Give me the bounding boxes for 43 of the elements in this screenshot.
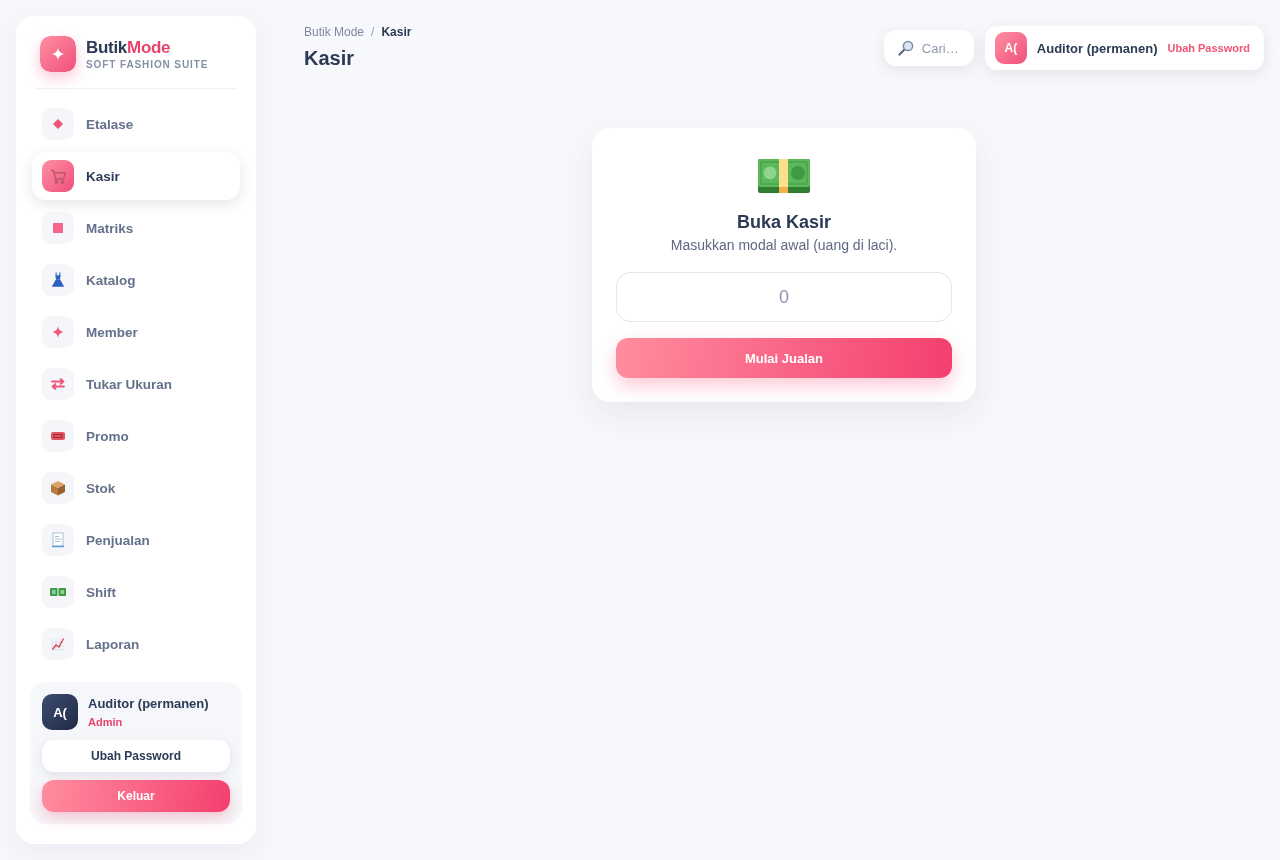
ticket-icon (42, 420, 74, 452)
nav-item[interactable]: Kasir (32, 152, 240, 200)
user-role: Admin (88, 714, 124, 729)
banknote-icon (758, 159, 810, 193)
change-password-link[interactable]: Ubah Password (1167, 42, 1250, 54)
breadcrumb-separator: / (371, 25, 375, 39)
box-icon (42, 472, 74, 504)
nav-item[interactable]: Laporan (32, 620, 240, 668)
amount-field[interactable]: 0 (616, 272, 952, 322)
user-avatar: A( (994, 32, 1027, 64)
nav-item[interactable]: Tukar Ukuran (32, 360, 240, 408)
nav-item[interactable]: Stok (32, 464, 240, 512)
user-name: Auditor (permanen) (1036, 40, 1158, 56)
user-name: Auditor (permanen) (88, 695, 209, 712)
cart-icon (42, 160, 74, 192)
dress-icon (42, 264, 74, 296)
start-selling-button[interactable]: Mulai Jualan (616, 338, 952, 378)
search-icon (897, 40, 914, 56)
nav-item[interactable]: Penjualan (32, 516, 240, 564)
brand-name: ButikMode (86, 37, 172, 58)
nav-item[interactable]: Promo (32, 412, 240, 460)
change-password-button[interactable]: Ubah Password (42, 740, 230, 772)
nav-item[interactable]: Matriks (32, 204, 240, 252)
line-chart-icon (42, 628, 74, 660)
receipt-icon (42, 524, 74, 556)
nav-item[interactable]: Shift (32, 568, 240, 616)
swap-arrows-icon (42, 368, 74, 400)
nav-item[interactable]: Etalase (32, 100, 240, 148)
breadcrumb-current: Kasir (381, 25, 412, 39)
search-field[interactable]: Cari… (883, 30, 974, 66)
banknote-icon (42, 576, 74, 608)
brand-tagline: SOFT FASHION SUITE (86, 58, 209, 71)
card-subtitle: Masukkan modal awal (uang di laci). (670, 236, 898, 254)
nav-item[interactable]: Member (32, 308, 240, 356)
logout-button[interactable]: Keluar (42, 780, 230, 812)
page-title: Kasir (304, 46, 356, 71)
user-avatar: A( (42, 694, 78, 730)
sparkle-logo-icon (40, 36, 76, 72)
square-icon (42, 212, 74, 244)
nav-item[interactable]: Katalog (32, 256, 240, 304)
sparkle-icon (42, 316, 74, 348)
card-title: Buka Kasir (736, 211, 831, 234)
breadcrumb-link[interactable]: Butik Mode (304, 25, 365, 39)
